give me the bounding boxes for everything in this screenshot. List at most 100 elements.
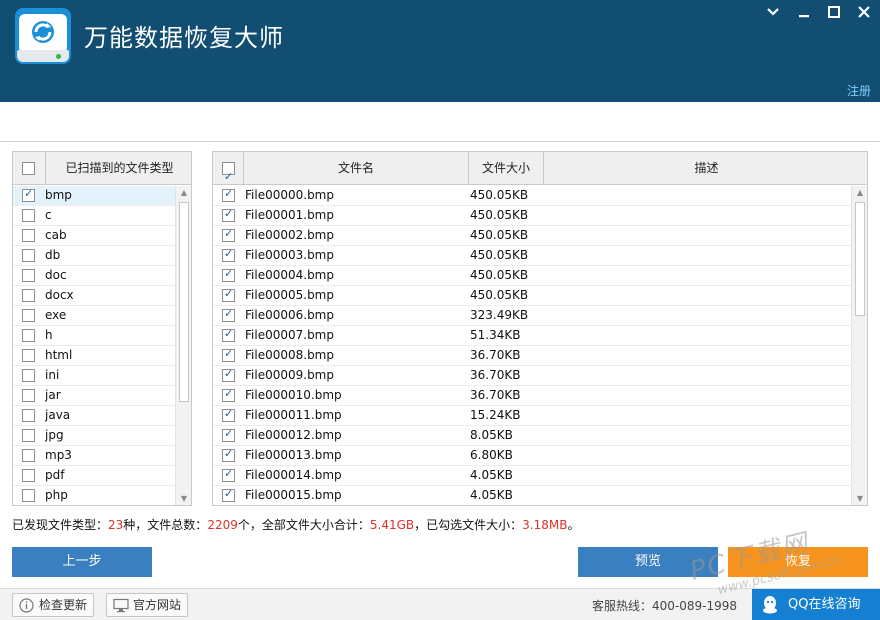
register-link[interactable]: 注册 xyxy=(847,82,871,99)
column-header-name[interactable]: 文件名 xyxy=(244,152,469,185)
file-checkbox[interactable] xyxy=(222,267,235,282)
file-name: File00003.bmp xyxy=(245,248,334,262)
file-size: 450.05KB xyxy=(470,228,529,242)
file-type-item[interactable]: docx xyxy=(13,286,175,306)
scroll-up-icon[interactable]: ▲ xyxy=(852,186,867,200)
table-row[interactable]: File00009.bmp 36.70KB xyxy=(213,366,851,386)
file-type-item[interactable]: ini xyxy=(13,366,175,386)
file-name: File00009.bmp xyxy=(245,368,334,382)
file-type-checkbox[interactable] xyxy=(22,187,35,202)
file-type-checkbox[interactable] xyxy=(22,369,35,382)
file-checkbox[interactable] xyxy=(222,287,235,302)
table-row[interactable]: File00006.bmp 323.49KB xyxy=(213,306,851,326)
scroll-down-icon[interactable]: ▼ xyxy=(852,492,867,505)
file-size: 450.05KB xyxy=(470,248,529,262)
file-type-item[interactable]: jar xyxy=(13,386,175,406)
file-checkbox[interactable] xyxy=(222,427,235,442)
scroll-down-icon[interactable]: ▼ xyxy=(176,492,191,505)
table-row[interactable]: File00003.bmp 450.05KB xyxy=(213,246,851,266)
scroll-up-icon[interactable]: ▲ xyxy=(176,186,191,200)
file-type-item[interactable]: db xyxy=(13,246,175,266)
file-name: File000012.bmp xyxy=(245,428,342,442)
table-row[interactable]: File00007.bmp 51.34KB xyxy=(213,326,851,346)
file-name: File000011.bmp xyxy=(245,408,342,422)
file-type-checkbox[interactable] xyxy=(22,469,35,482)
file-type-item[interactable]: c xyxy=(13,206,175,226)
file-type-item[interactable]: html xyxy=(13,346,175,366)
minimize-icon[interactable] xyxy=(795,5,813,21)
table-row[interactable]: File00008.bmp 36.70KB xyxy=(213,346,851,366)
file-checkbox[interactable] xyxy=(222,207,235,222)
file-checkbox[interactable] xyxy=(222,447,235,462)
table-row[interactable]: File000012.bmp 8.05KB xyxy=(213,426,851,446)
column-header-size[interactable]: 文件大小 xyxy=(469,152,544,185)
table-row[interactable]: File00004.bmp 450.05KB xyxy=(213,266,851,286)
file-type-item[interactable]: exe xyxy=(13,306,175,326)
file-type-checkbox[interactable] xyxy=(22,449,35,462)
file-type-checkbox[interactable] xyxy=(22,229,35,242)
file-type-scrollbar[interactable]: ▲ ▼ xyxy=(175,186,191,505)
file-checkbox[interactable] xyxy=(222,187,235,202)
file-checkbox[interactable] xyxy=(222,347,235,362)
file-type-item[interactable]: java xyxy=(13,406,175,426)
footer-bar: 检查更新 官方网站 客服热线：400-089-1998 QQ在线咨询 xyxy=(0,588,880,620)
file-type-checkbox[interactable] xyxy=(22,329,35,342)
file-name: File000013.bmp xyxy=(245,448,342,462)
file-type-item[interactable]: mp3 xyxy=(13,446,175,466)
preview-button[interactable]: 预览 xyxy=(578,547,718,577)
file-type-header: 已扫描到的文件类型 xyxy=(13,152,191,185)
file-type-checkbox[interactable] xyxy=(22,309,35,322)
table-row[interactable]: File000015.bmp 4.05KB xyxy=(213,486,851,505)
file-type-item[interactable]: pdf xyxy=(13,466,175,486)
official-website-button[interactable]: 官方网站 xyxy=(106,593,188,617)
table-row[interactable]: File000011.bmp 15.24KB xyxy=(213,406,851,426)
file-type-item[interactable]: h xyxy=(13,326,175,346)
file-checkbox[interactable] xyxy=(222,467,235,482)
file-type-item[interactable]: jpg xyxy=(13,426,175,446)
file-checkbox[interactable] xyxy=(222,247,235,262)
file-type-checkbox[interactable] xyxy=(22,349,35,362)
table-row[interactable]: File00005.bmp 450.05KB xyxy=(213,286,851,306)
file-type-item[interactable]: cab xyxy=(13,226,175,246)
file-type-checkbox[interactable] xyxy=(22,389,35,402)
file-checkbox[interactable] xyxy=(222,327,235,342)
table-row[interactable]: File000014.bmp 4.05KB xyxy=(213,466,851,486)
file-type-checkbox[interactable] xyxy=(22,489,35,502)
file-checkbox[interactable] xyxy=(222,227,235,242)
file-type-checkbox[interactable] xyxy=(22,249,35,262)
qq-icon xyxy=(760,595,780,620)
file-checkbox[interactable] xyxy=(222,387,235,402)
file-type-checkbox[interactable] xyxy=(22,209,35,222)
check-update-button[interactable]: 检查更新 xyxy=(12,593,94,617)
file-type-item[interactable]: bmp xyxy=(13,186,175,206)
recover-button[interactable]: 恢复 xyxy=(728,547,868,577)
table-row[interactable]: File00000.bmp 450.05KB xyxy=(213,186,851,206)
qq-consult-button[interactable]: QQ在线咨询 xyxy=(752,589,880,620)
file-type-checkbox[interactable] xyxy=(22,429,35,442)
file-checkbox[interactable] xyxy=(222,407,235,422)
file-type-item[interactable]: doc xyxy=(13,266,175,286)
file-type-item[interactable]: php xyxy=(13,486,175,505)
maximize-icon[interactable] xyxy=(825,5,843,21)
select-all-types-checkbox[interactable] xyxy=(22,162,35,175)
back-button[interactable]: 上一步 xyxy=(12,547,152,577)
file-type-checkbox[interactable] xyxy=(22,289,35,302)
scrollbar-thumb[interactable] xyxy=(855,202,865,316)
table-row[interactable]: File00002.bmp 450.05KB xyxy=(213,226,851,246)
table-row[interactable]: File000013.bmp 6.80KB xyxy=(213,446,851,466)
table-row[interactable]: File00001.bmp 450.05KB xyxy=(213,206,851,226)
table-row[interactable]: File000010.bmp 36.70KB xyxy=(213,386,851,406)
chevron-down-icon[interactable] xyxy=(764,5,782,21)
close-icon[interactable] xyxy=(855,5,873,21)
file-checkbox[interactable] xyxy=(222,367,235,382)
file-type-checkbox[interactable] xyxy=(22,409,35,422)
file-checkbox[interactable] xyxy=(222,487,235,502)
file-table-scrollbar[interactable]: ▲ ▼ xyxy=(851,186,867,505)
checked-size: 3.18MB xyxy=(522,518,568,532)
select-all-files-checkbox[interactable] xyxy=(222,160,235,193)
file-type-checkbox[interactable] xyxy=(22,269,35,282)
file-name: File00000.bmp xyxy=(245,188,334,202)
scrollbar-thumb[interactable] xyxy=(179,202,189,402)
file-checkbox[interactable] xyxy=(222,307,235,322)
column-header-desc[interactable]: 描述 xyxy=(544,152,867,185)
